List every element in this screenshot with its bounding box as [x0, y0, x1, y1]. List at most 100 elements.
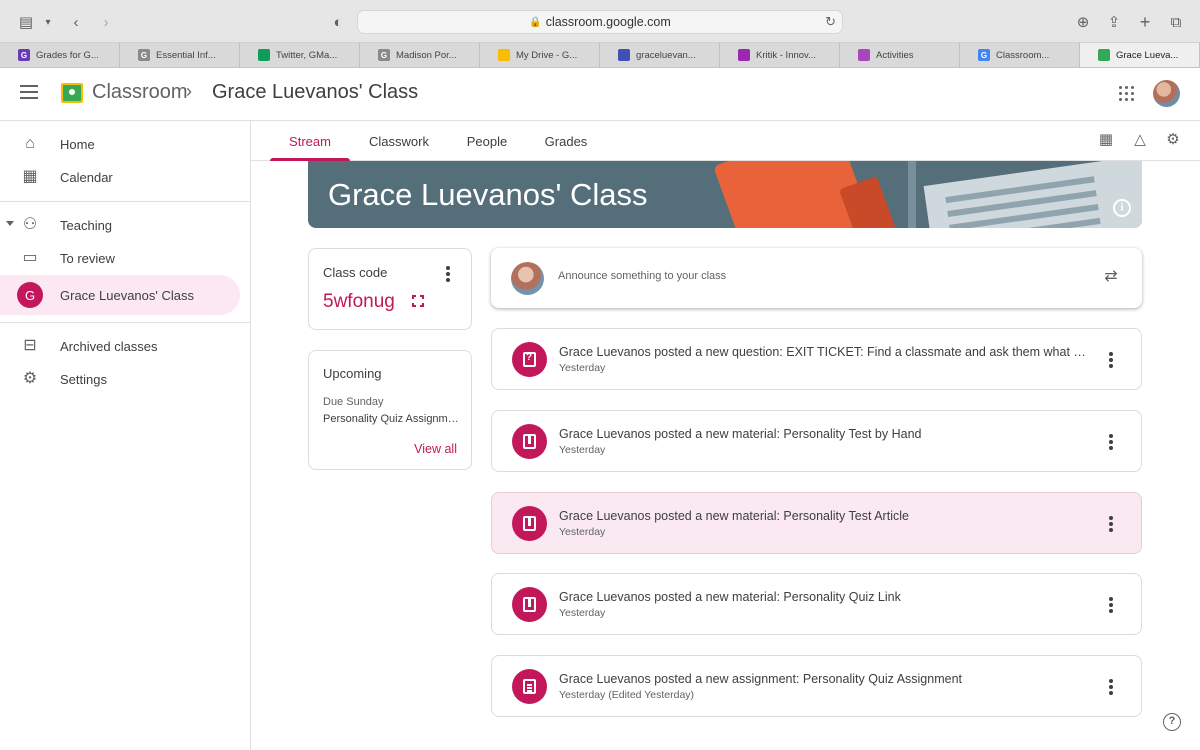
more-vert-icon[interactable] [1109, 434, 1113, 452]
sidebar-divider [0, 201, 251, 202]
breadcrumb-chevron-icon: › [186, 81, 192, 101]
browser-tab[interactable]: Activities [840, 43, 960, 67]
reload-icon[interactable]: ↻ [825, 14, 836, 30]
calendar-icon[interactable]: ▦ [1097, 131, 1115, 149]
stream-post[interactable]: Grace Luevanos posted a new question: EX… [491, 328, 1142, 390]
more-vert-icon[interactable] [1109, 597, 1113, 615]
view-all-link[interactable]: View all [414, 442, 457, 456]
sidebar-item-label: Grace Luevanos' Class [60, 287, 194, 303]
tab-people[interactable]: People [457, 121, 517, 161]
privacy-shield-icon[interactable]: ◐ [328, 12, 348, 32]
sidebar: ⌂ Home ▦ Calendar ⚇ Teaching ▭ To review… [0, 121, 251, 750]
tab-classwork[interactable]: Classwork [359, 121, 439, 161]
more-vert-icon[interactable] [1109, 516, 1113, 534]
teaching-icon: ⚇ [22, 216, 38, 233]
download-icon[interactable]: ⊕ [1073, 12, 1093, 32]
sidebar-item-label: To review [60, 250, 115, 266]
favicon-icon: G [18, 49, 30, 61]
browser-tab[interactable]: graceluevan... [600, 43, 720, 67]
class-settings-gear-icon[interactable]: ⚙ [1164, 131, 1182, 149]
browser-tab[interactable]: Grace Luevа... [1080, 43, 1200, 67]
sidebar-item-label: Teaching [60, 217, 113, 233]
favicon-icon [258, 49, 270, 61]
sidebar-item-teaching[interactable]: ⚇ Teaching [0, 207, 240, 243]
post-timestamp: Yesterday (Edited Yesterday) [559, 689, 695, 701]
share-icon[interactable]: ⇪ [1104, 12, 1124, 32]
sidebar-toggle-icon[interactable]: ▤ [16, 12, 36, 32]
forward-icon[interactable]: › [96, 12, 116, 32]
browser-tab-label: Grace Luevа... [1116, 49, 1179, 61]
class-code-label: Class code [323, 265, 388, 280]
sidebar-item-home[interactable]: ⌂ Home [0, 126, 240, 162]
class-tabs: Stream Classwork People Grades ▦ △ ⚙ [251, 121, 1200, 161]
class-code-value: 5wfonug [323, 291, 395, 312]
browser-tab[interactable]: My Drive - G... [480, 43, 600, 67]
sidebar-item-class[interactable]: G Grace Luevanos' Class [0, 275, 240, 315]
browser-tab-label: Twitter, GMa... [276, 49, 338, 61]
favicon-icon: G [978, 49, 990, 61]
sidebar-item-label: Archived classes [60, 338, 158, 354]
info-icon[interactable]: i [1113, 199, 1131, 217]
lock-icon: 🔒 [529, 16, 542, 28]
more-vert-icon[interactable] [1109, 679, 1113, 697]
browser-tab[interactable]: Kritik - Innov... [720, 43, 840, 67]
browser-tab[interactable]: Twitter, GMa... [240, 43, 360, 67]
fullscreen-icon[interactable] [412, 295, 424, 307]
browser-toolbar: ▤ ▾ ‹ › ◐ 🔒 classroom.google.com ↻ ⊕ ⇪ +… [0, 0, 1200, 43]
browser-tab[interactable]: G Grades for G... [0, 43, 120, 67]
account-avatar[interactable] [1153, 80, 1180, 107]
post-timestamp: Yesterday [559, 526, 606, 538]
post-timestamp: Yesterday [559, 607, 606, 619]
post-title[interactable]: Grace Luevanos posted a new assignment: … [559, 672, 1089, 686]
stream-post[interactable]: Grace Luevanos posted a new material: Pe… [491, 573, 1142, 635]
more-vert-icon[interactable] [1109, 352, 1113, 370]
tab-grades[interactable]: Grades [536, 121, 596, 161]
favicon-icon [738, 49, 750, 61]
address-bar[interactable]: 🔒 classroom.google.com ↻ [357, 10, 843, 34]
favicon-icon [858, 49, 870, 61]
stream-post[interactable]: Grace Luevanos posted a new assignment: … [491, 655, 1142, 717]
sidebar-item-settings[interactable]: ⚙ Settings [0, 361, 240, 397]
main-menu-icon[interactable] [20, 85, 38, 99]
browser-tab[interactable]: G Essential Inf... [120, 43, 240, 67]
drive-folder-icon[interactable]: △ [1131, 131, 1149, 149]
new-tab-icon[interactable]: + [1135, 12, 1155, 32]
question-icon [512, 342, 547, 377]
browser-tab-strip: G Grades for G... G Essential Inf... Twitter… [0, 43, 1200, 68]
announce-placeholder[interactable]: Announce something to your class [558, 270, 726, 282]
material-icon [512, 587, 547, 622]
sidebar-item-archived[interactable]: ⊟ Archived classes [0, 328, 240, 364]
post-timestamp: Yesterday [559, 362, 606, 374]
post-title[interactable]: Grace Luevanos posted a new material: Pe… [559, 427, 1089, 441]
classroom-logo-icon[interactable] [61, 83, 83, 103]
more-vert-icon[interactable] [446, 266, 450, 284]
tab-overview-icon[interactable]: ⧉ [1166, 12, 1186, 32]
post-title[interactable]: Grace Luevanos posted a new material: Pe… [559, 509, 1089, 523]
help-icon[interactable]: ? [1163, 713, 1181, 731]
chevron-down-icon[interactable]: ▾ [38, 12, 58, 32]
stream-post[interactable]: Grace Luevanos posted a new material: Pe… [491, 410, 1142, 472]
browser-tab[interactable]: G Classroom... [960, 43, 1080, 67]
back-icon[interactable]: ‹ [66, 12, 86, 32]
expand-caret-icon[interactable] [6, 221, 14, 226]
user-avatar [511, 262, 544, 295]
browser-tab-label: Classroom... [996, 49, 1050, 61]
favicon-icon [1098, 49, 1110, 61]
app-title[interactable]: Classroom [92, 81, 188, 104]
post-title[interactable]: Grace Luevanos posted a new question: EX… [559, 345, 1089, 359]
sidebar-item-label: Home [60, 136, 95, 152]
repost-icon[interactable]: ⇄ [1102, 268, 1120, 286]
tab-stream[interactable]: Stream [270, 121, 350, 161]
browser-tab[interactable]: G Madison Por... [360, 43, 480, 67]
stream-post[interactable]: Grace Luevanos posted a new material: Pe… [491, 492, 1142, 554]
sidebar-item-calendar[interactable]: ▦ Calendar [0, 159, 240, 195]
announce-box[interactable]: Announce something to your class ⇄ [491, 248, 1142, 308]
archive-icon: ⊟ [23, 337, 37, 354]
sidebar-item-label: Calendar [60, 169, 113, 185]
sidebar-item-to-review[interactable]: ▭ To review [0, 240, 240, 276]
post-title[interactable]: Grace Luevanos posted a new material: Pe… [559, 590, 1089, 604]
material-icon [512, 506, 547, 541]
breadcrumb-class-name: Grace Luevanos' Class [212, 81, 419, 103]
apps-grid-icon[interactable] [1119, 86, 1134, 101]
upcoming-item[interactable]: Personality Quiz Assignment [323, 413, 459, 425]
